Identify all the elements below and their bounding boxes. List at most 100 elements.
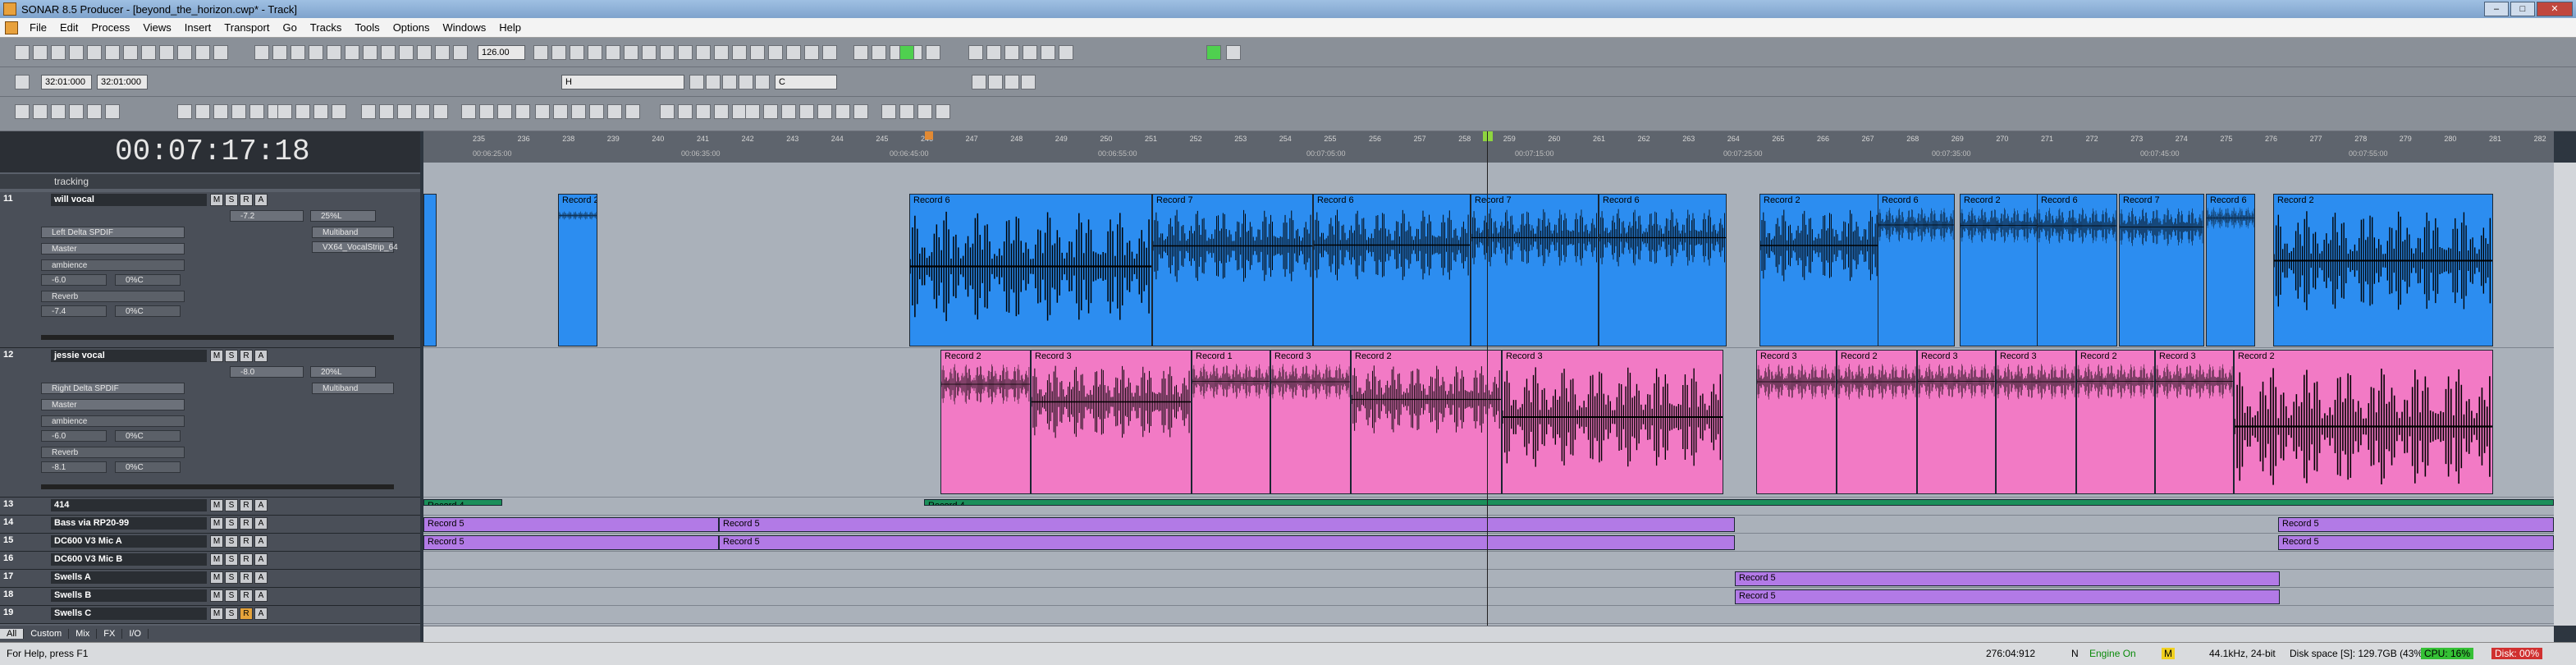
toolbar-row1-button-22[interactable]	[435, 45, 450, 60]
toolbar-row3-button-44[interactable]	[899, 104, 914, 119]
record-arm-button[interactable]: R	[240, 517, 253, 530]
automation-button[interactable]: A	[254, 589, 268, 602]
solo-button[interactable]: S	[225, 589, 238, 602]
menu-edit[interactable]: Edit	[53, 21, 85, 34]
toolbar-row2-button-5[interactable]	[755, 75, 770, 89]
track-name[interactable]: DC600 V3 Mic A	[51, 535, 207, 548]
toolbar-row3-button-0[interactable]	[15, 104, 30, 119]
automation-button[interactable]: A	[254, 517, 268, 530]
menu-tracks[interactable]: Tracks	[304, 21, 349, 34]
solo-button[interactable]: S	[225, 499, 238, 511]
toolbar-row1-button-32[interactable]	[678, 45, 693, 60]
track-header[interactable]: 18 Swells B M S R A	[0, 588, 420, 606]
audio-clip[interactable]: Record 3	[1270, 350, 1351, 494]
mute-button[interactable]: M	[210, 350, 223, 362]
mute-button[interactable]: M	[210, 553, 223, 566]
toolbar-row1-button-27[interactable]	[588, 45, 602, 60]
toolbar-row1-button-50[interactable]	[1041, 45, 1055, 60]
track-header[interactable]: 15 DC600 V3 Mic A M S R A	[0, 534, 420, 552]
track-header[interactable]: 13 414 M S R A	[0, 498, 420, 516]
toolbar-row1-button-39[interactable]	[804, 45, 819, 60]
toolbar-row3-button-23[interactable]	[497, 104, 512, 119]
track-name[interactable]: Swells A	[51, 571, 207, 584]
toolbar-row3-button-20[interactable]	[433, 104, 448, 119]
toolbar-row1-button-25[interactable]	[551, 45, 566, 60]
tab-io[interactable]: I/O	[122, 629, 149, 639]
audio-clip[interactable]: Record 5	[1735, 589, 2280, 604]
mute-button[interactable]: M	[210, 589, 223, 602]
send-1-level[interactable]: -6.0	[41, 430, 107, 442]
automation-button[interactable]: A	[254, 553, 268, 566]
input-select[interactable]: Right Delta SPDIF	[41, 383, 185, 394]
snap-button-0[interactable]	[1226, 45, 1241, 60]
status-engine[interactable]: Engine On	[2089, 648, 2136, 659]
toolbar-row1-button-37[interactable]	[768, 45, 783, 60]
tab-custom[interactable]: Custom	[24, 629, 70, 639]
toolbar-row3-button-45[interactable]	[917, 104, 932, 119]
audio-clip[interactable]: Record 6	[1878, 194, 1955, 346]
toolbar-row1-button-11[interactable]	[213, 45, 228, 60]
toolbar-row1-button-12[interactable]	[254, 45, 269, 60]
toolbar-row3-button-34[interactable]	[714, 104, 729, 119]
audio-clip[interactable]: Record 2	[2273, 194, 2493, 346]
track-header[interactable]: 11 will vocal M S R A Left Delta SPDIF M…	[0, 192, 420, 348]
toolbar-row3-button-12[interactable]	[277, 104, 292, 119]
toolbar-row1-button-42[interactable]	[872, 45, 886, 60]
audio-clip[interactable]: Record 6	[1313, 194, 1471, 346]
audio-clip[interactable]: Record 3	[1996, 350, 2076, 494]
toolbar-row3-button-10[interactable]	[249, 104, 264, 119]
toolbar-row1-button-19[interactable]	[381, 45, 396, 60]
solo-button[interactable]: S	[225, 350, 238, 362]
solo-button[interactable]: S	[225, 194, 238, 206]
audio-clip[interactable]: Record 2	[940, 350, 1031, 494]
toolbar-row1-button-18[interactable]	[363, 45, 377, 60]
record-arm-button[interactable]: R	[240, 553, 253, 566]
toolbar-row1-button-46[interactable]	[968, 45, 983, 60]
toolbar-row2-button-9[interactable]	[1021, 75, 1036, 89]
menu-process[interactable]: Process	[85, 21, 136, 34]
toolbar-row1-button-30[interactable]	[642, 45, 657, 60]
toolbar-row1-button-5[interactable]	[105, 45, 120, 60]
fx-bin-2[interactable]: VX64_VocalStrip_64	[312, 241, 398, 253]
toolbar-row2-button-8[interactable]	[1004, 75, 1019, 89]
toolbar-row1-button-45[interactable]	[926, 45, 940, 60]
track-header[interactable]: 12 jessie vocal M S R A Right Delta SPDI…	[0, 348, 420, 498]
pan-slider[interactable]: 25%L	[310, 210, 376, 222]
toolbar-row1-button-21[interactable]	[417, 45, 432, 60]
toolbar-row3-button-38[interactable]	[781, 104, 796, 119]
toolbar-row1-button-41[interactable]	[853, 45, 868, 60]
maximize-button[interactable]: □	[2510, 2, 2535, 16]
toolbar-row1-button-23[interactable]	[453, 45, 468, 60]
toolbar-row3-button-39[interactable]	[799, 104, 814, 119]
menu-views[interactable]: Views	[136, 21, 177, 34]
toolbar-row1-button-13[interactable]	[272, 45, 287, 60]
audio-clip[interactable]: Record 5	[2278, 517, 2554, 532]
toolbar-row1-button-38[interactable]	[786, 45, 801, 60]
send-2-name[interactable]: Reverb	[41, 447, 185, 458]
mute-button[interactable]: M	[210, 499, 223, 511]
audio-clip[interactable]: Record 3	[1502, 350, 1723, 494]
mute-button[interactable]: M	[210, 571, 223, 584]
audio-clip[interactable]: Record 5	[2278, 535, 2554, 550]
audio-clip[interactable]: Record 5	[423, 535, 719, 550]
track-lane[interactable]	[423, 606, 2554, 624]
send-1-name[interactable]: ambience	[41, 259, 185, 271]
audio-clip[interactable]: Record 3	[1031, 350, 1192, 494]
track-header[interactable]: 14 Bass via RP20-99 M S R A	[0, 516, 420, 534]
selection-end-field[interactable]: 32:01:000	[97, 75, 148, 89]
toolbar-row1-button-33[interactable]	[696, 45, 711, 60]
toolbar-row3-button-43[interactable]	[881, 104, 896, 119]
solo-button[interactable]: S	[225, 517, 238, 530]
toolbar-row3-button-16[interactable]	[361, 104, 376, 119]
automation-button[interactable]: A	[254, 571, 268, 584]
toolbar-row3-button-31[interactable]	[660, 104, 675, 119]
toolbar-row3-button-27[interactable]	[571, 104, 586, 119]
send-2-level[interactable]: -7.4	[41, 305, 107, 317]
key-select[interactable]: H	[561, 75, 684, 89]
toolbar-row1-button-7[interactable]	[141, 45, 156, 60]
toolbar-row1-button-48[interactable]	[1004, 45, 1019, 60]
automation-button[interactable]: A	[254, 350, 268, 362]
audio-clip[interactable]: Record 2	[558, 194, 597, 346]
toolbar-row3-button-22[interactable]	[479, 104, 494, 119]
toolbar-row3-button-18[interactable]	[397, 104, 412, 119]
